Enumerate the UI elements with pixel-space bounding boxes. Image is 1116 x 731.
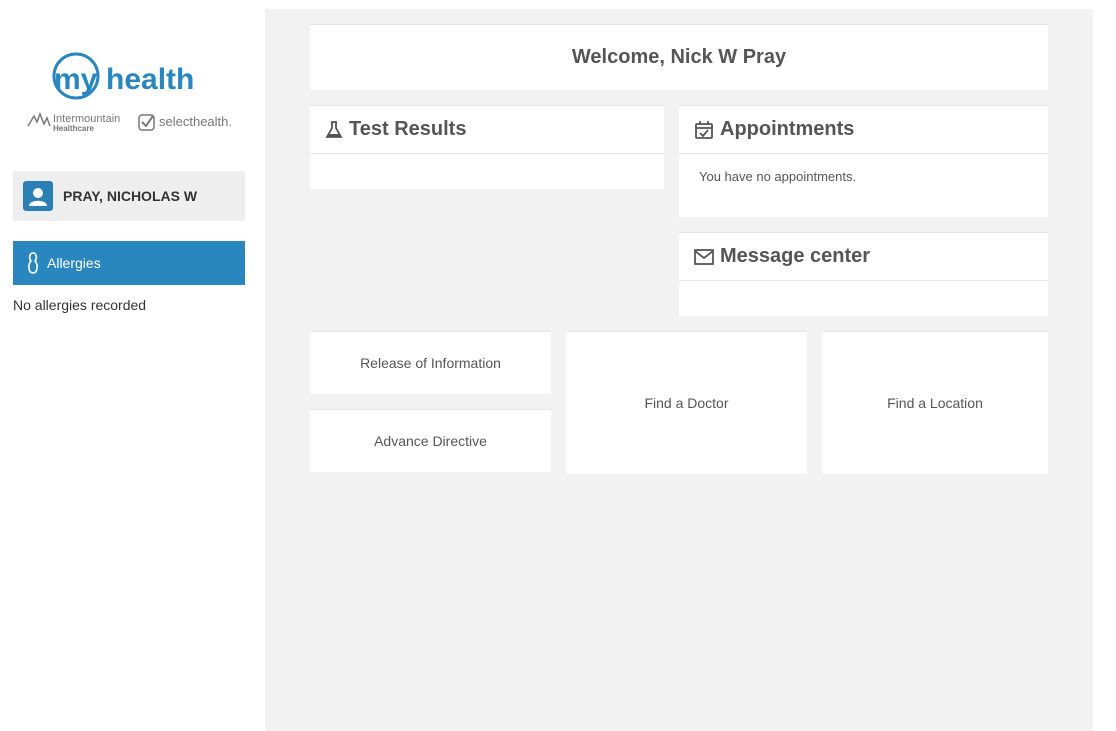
message-center-title: Message center	[720, 245, 871, 267]
allergies-widget-header[interactable]: Allergies	[13, 241, 245, 285]
message-center-header[interactable]: Message center	[679, 233, 1048, 281]
svg-text:Healthcare: Healthcare	[53, 124, 94, 133]
test-results-header[interactable]: Test Results	[310, 106, 664, 154]
intermountain-logo: Intermountain Healthcare	[27, 111, 120, 133]
flask-icon	[325, 120, 343, 139]
envelope-icon	[694, 248, 714, 265]
advance-directive-tile[interactable]: Advance Directive	[310, 409, 551, 472]
test-results-title: Test Results	[349, 118, 467, 140]
message-center-widget[interactable]: Message center	[679, 232, 1048, 316]
myhealth-logo[interactable]: my health Intermountain Healthcare selec…	[26, 52, 241, 137]
dashboard: Welcome, Nick W Pray Test Results Appoin…	[265, 9, 1093, 731]
find-a-doctor-tile[interactable]: Find a Doctor	[566, 331, 807, 474]
selecthealth-logo: selecthealth.	[138, 114, 232, 131]
find-a-location-tile[interactable]: Find a Location	[822, 331, 1048, 474]
user-icon	[23, 181, 53, 211]
appointments-empty-text: You have no appointments.	[699, 169, 857, 184]
svg-text:selecthealth.: selecthealth.	[159, 114, 232, 129]
patient-selector[interactable]: PRAY, NICHOLAS W	[13, 171, 245, 221]
logo-my-text: my	[54, 63, 98, 96]
allergies-label: Allergies	[47, 255, 101, 271]
appointments-header[interactable]: Appointments	[679, 106, 1048, 154]
calendar-check-icon	[694, 120, 714, 140]
peanut-icon	[27, 252, 39, 274]
welcome-banner: Welcome, Nick W Pray	[310, 24, 1048, 90]
appointments-widget[interactable]: Appointments You have no appointments.	[679, 105, 1048, 217]
test-results-widget[interactable]: Test Results	[310, 105, 664, 189]
sidebar: my health Intermountain Healthcare selec…	[0, 0, 265, 731]
release-of-information-tile[interactable]: Release of Information	[310, 331, 551, 394]
patient-name: PRAY, NICHOLAS W	[63, 188, 198, 204]
logo-health-text: health	[106, 63, 194, 96]
allergies-status: No allergies recorded	[13, 297, 147, 313]
appointments-title: Appointments	[720, 118, 855, 140]
